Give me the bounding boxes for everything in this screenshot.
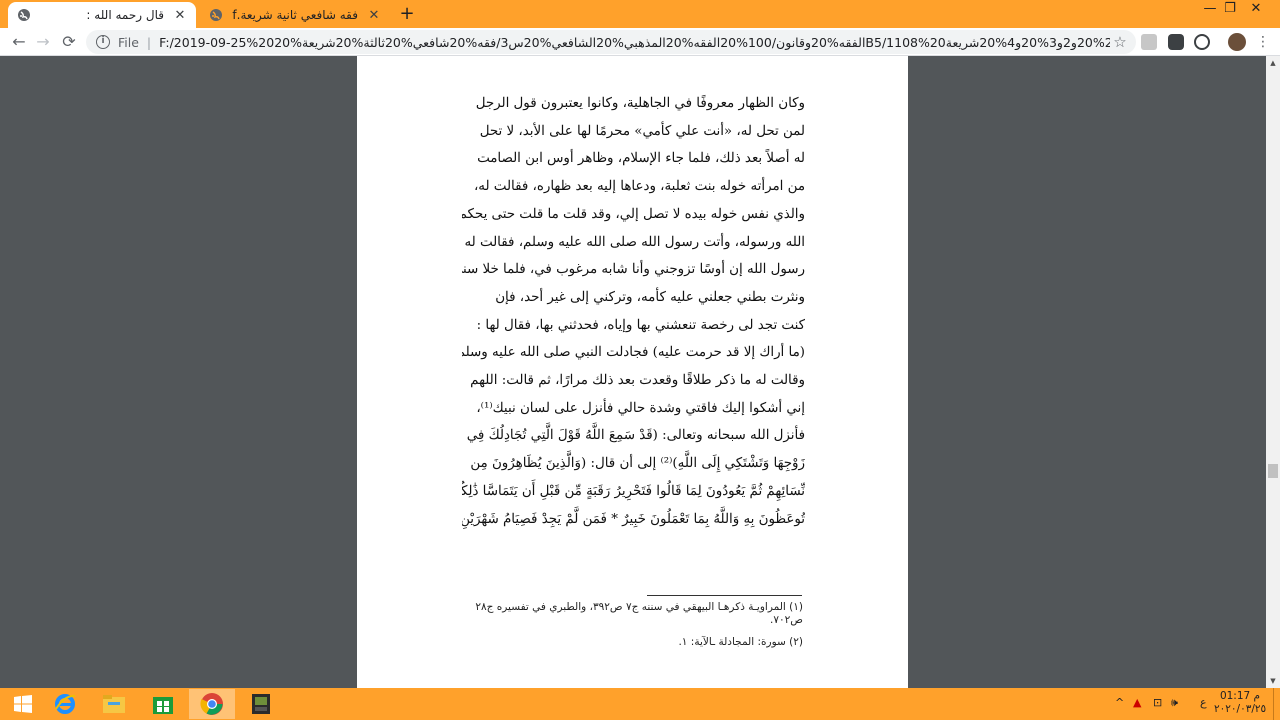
scroll-up-arrow-icon[interactable]: ▲ <box>1266 56 1280 70</box>
text-line: لمن تحل له، «أنت علي كأمي» محرمًا لها عل… <box>479 123 805 139</box>
clock-date: ٢٠٢٠/٠٣/٢٥ <box>1214 703 1267 715</box>
back-button[interactable]: ← <box>8 31 30 53</box>
profile-avatar[interactable] <box>1228 33 1246 51</box>
pdf-page: وكان الظهار معروفًا في الجاهلية، وكانوا … <box>357 56 908 688</box>
browser-toolbar: ← → ⟳ i File | F:/2019-09-25%20الفقه%20و… <box>0 28 1280 56</box>
volume-icon[interactable]: 🕪 <box>1171 696 1178 710</box>
text-line: فأنزل الله سبحانه وتعالى: (قَدْ سَمِعَ ا… <box>466 428 805 444</box>
scroll-thumb[interactable] <box>1268 464 1278 478</box>
media-extension-icon[interactable] <box>1168 34 1184 50</box>
url-text[interactable]: F:/2019-09-25%20الفقه%20وقانون/100%20الف… <box>159 35 1110 50</box>
text-line: (ما أراك إلا قد حرمت عليه) فجادلت النبي … <box>462 345 805 361</box>
tray-chevron-icon[interactable]: ^ <box>1115 696 1124 709</box>
footnote-2: (٢) سورة: المجادلة ـالآية: ١. <box>678 636 803 648</box>
text-line: كنت تجد لى رخصة تنعشني بها وإياه، فحدثني… <box>476 317 805 333</box>
text-line: من امرأته خوله بنت ثعلبة، ودعاها إليه بع… <box>473 179 805 195</box>
menu-icon[interactable]: ⋮ <box>1252 31 1274 53</box>
video-app-icon[interactable] <box>238 689 284 719</box>
tab-strip: قال رحمه الله : ✕ فقه شافعي ثانية شريعة.… <box>0 0 1280 28</box>
divider: | <box>146 34 152 50</box>
tab-inactive[interactable]: فقه شافعي ثانية شريعة.pdf ✕ <box>200 2 390 28</box>
info-icon[interactable]: i <box>96 35 110 49</box>
globe-icon <box>16 7 32 23</box>
show-desktop-button[interactable] <box>1273 688 1280 720</box>
taskbar: ^ ▲ ⊡ 🕪 ع 01:17 م ٢٠٢٠/٠٣/٢٥ <box>0 688 1280 720</box>
network-icon[interactable]: ⊡ <box>1153 696 1162 709</box>
text-line: وكان الظهار معروفًا في الجاهلية، وكانوا … <box>475 96 805 111</box>
footnote-divider <box>647 595 802 596</box>
pdf-extension-icon[interactable] <box>1141 34 1157 50</box>
forward-button[interactable]: → <box>32 31 54 53</box>
system-clock[interactable]: 01:17 م ٢٠٢٠/٠٣/٢٥ <box>1214 690 1266 716</box>
tab-title: فقه شافعي ثانية شريعة.pdf <box>232 8 358 22</box>
new-tab-button[interactable]: + <box>396 4 418 26</box>
vertical-scrollbar[interactable]: ▲ ▼ <box>1266 56 1280 688</box>
text-line: زَوْجِهَا وَتَشْتَكِي إِلَى اللَّهِ)⁽²⁾ … <box>470 456 805 472</box>
antivirus-icon[interactable]: ▲ <box>1133 696 1141 709</box>
scheme-label: File <box>118 34 139 50</box>
footnote-1: (١) المراويـة ذكرهـا البيهقي في سننه ج٧ … <box>475 601 803 626</box>
tab-close-icon[interactable]: ✕ <box>172 7 188 23</box>
internet-explorer-icon[interactable] <box>42 689 88 719</box>
close-window-button[interactable]: ✕ <box>1236 0 1276 20</box>
text-line: له أصلاً بعد ذلك، فلما جاء الإسلام، وظاه… <box>477 151 805 167</box>
text-line: نِّسَائِهِمْ ثُمَّ يَعُودُونَ لِمَا قَال… <box>462 483 805 499</box>
windows-logo-icon <box>14 695 32 713</box>
text-line: ونثرت بطني جعلني عليه كأمه، وتركني إلى غ… <box>495 289 805 305</box>
scroll-down-arrow-icon[interactable]: ▼ <box>1266 674 1280 688</box>
text-line: رسول الله إن أوسًا تزوجني وأنا شابه مرغو… <box>462 262 805 278</box>
reload-button[interactable]: ⟳ <box>58 31 80 53</box>
pdf-viewer: وكان الظهار معروفًا في الجاهلية، وكانوا … <box>0 56 1280 688</box>
text-line: إني أشكوا إليك فاقتي وشدة حالي فأنزل على… <box>476 400 805 416</box>
tab-close-icon[interactable]: ✕ <box>366 7 382 23</box>
file-explorer-icon[interactable] <box>91 689 137 719</box>
chrome-icon[interactable] <box>189 689 235 719</box>
globe-icon <box>208 7 224 23</box>
tab-active[interactable]: قال رحمه الله : ✕ <box>8 2 196 28</box>
address-bar[interactable]: i File | F:/2019-09-25%20الفقه%20وقانون/… <box>86 30 1136 54</box>
text-line: تُوعَظُونَ بِهِ وَاللَّهُ بِمَا تَعْمَلُ… <box>462 511 805 527</box>
settings-extension-icon[interactable] <box>1194 34 1210 50</box>
text-line: وقالت له ما ذكر طلاقًا وقعدت بعد ذلك مرا… <box>470 373 805 389</box>
tab-title: قال رحمه الله : <box>86 8 164 22</box>
page-body: وكان الظهار معروفًا في الجاهلية، وكانوا … <box>462 90 805 533</box>
start-button[interactable] <box>0 689 46 719</box>
bookmark-star-icon[interactable]: ☆ <box>1110 33 1130 51</box>
text-line: الله ورسوله، وأتت رسول الله صلى الله علي… <box>462 234 805 250</box>
store-icon[interactable] <box>140 689 186 719</box>
language-indicator[interactable]: ع <box>1200 696 1207 709</box>
text-line: والذي نفس خوله بيده لا تصل إلي، وقد قلت … <box>462 206 805 222</box>
clock-time: 01:17 م <box>1219 690 1261 702</box>
